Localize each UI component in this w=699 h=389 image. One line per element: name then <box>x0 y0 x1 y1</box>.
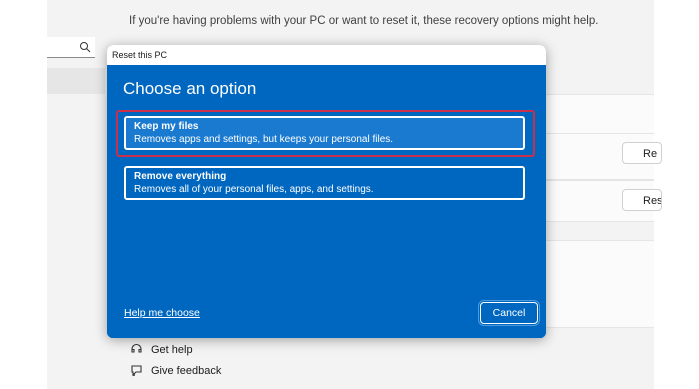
settings-card <box>546 240 654 328</box>
settings-card <box>546 94 654 134</box>
dialog-heading: Choose an option <box>123 79 257 98</box>
reset-pc-dialog: Reset this PC Choose an option Keep my f… <box>107 45 546 338</box>
recovery-subtitle: If you're having problems with your PC o… <box>129 15 599 27</box>
give-feedback-label: Give feedback <box>151 364 222 377</box>
search-input[interactable] <box>47 37 95 58</box>
nav-item-selected[interactable] <box>47 68 105 94</box>
get-help-label: Get help <box>151 343 193 356</box>
feedback-icon <box>130 364 143 377</box>
remove-everything-option[interactable]: Remove everything Removes all of your pe… <box>124 166 525 200</box>
cancel-button[interactable]: Cancel <box>478 300 540 326</box>
option-title: Keep my files <box>134 121 199 132</box>
reset-pc-button[interactable]: Re <box>622 142 662 164</box>
option-description: Removes all of your personal files, apps… <box>134 184 374 195</box>
dialog-body: Choose an option Keep my files Removes a… <box>107 65 546 338</box>
get-help-link[interactable]: Get help <box>130 343 193 356</box>
give-feedback-link[interactable]: Give feedback <box>130 364 221 377</box>
keep-my-files-option[interactable]: Keep my files Removes apps and settings,… <box>124 116 525 150</box>
option-description: Removes apps and settings, but keeps you… <box>134 134 394 145</box>
dialog-title-bar[interactable]: Reset this PC <box>107 45 546 66</box>
help-me-choose-link[interactable]: Help me choose <box>124 307 200 319</box>
search-icon <box>79 40 91 58</box>
help-icon <box>130 343 143 356</box>
restart-now-button[interactable]: Res <box>622 189 662 211</box>
option-title: Remove everything <box>134 171 227 182</box>
